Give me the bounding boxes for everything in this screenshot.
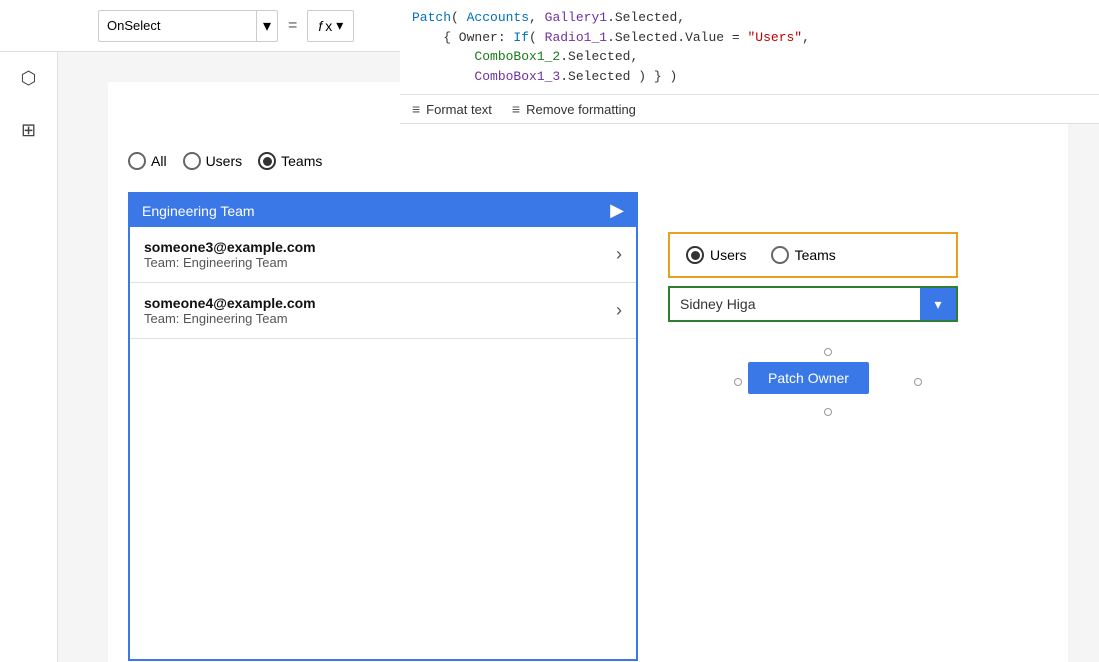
format-text-label: Format text — [426, 102, 492, 117]
patch-owner-container: Patch Owner — [738, 352, 918, 412]
gallery-empty-space — [130, 339, 636, 659]
code-patch: Patch — [412, 10, 451, 25]
formula-panel: Patch( Accounts, Gallery1.Selected, { Ow… — [400, 0, 1099, 124]
fx-label: x — [325, 18, 332, 34]
radio-teams-inner — [263, 157, 272, 166]
gallery-item-0-team: Team: Engineering Team — [144, 255, 316, 270]
remove-formatting-icon: ≡ — [512, 101, 520, 117]
components-icon[interactable]: ⊞ — [13, 114, 45, 146]
right-panel: Users Teams Sidney Higa ▾ — [668, 232, 958, 322]
formula-toolbar: ≡ Format text ≡ Remove formatting — [400, 95, 1099, 123]
gallery-item-1-team: Team: Engineering Team — [144, 311, 316, 326]
radio-all[interactable]: All — [128, 152, 167, 170]
fx-italic: f — [318, 18, 322, 34]
shapes-icon[interactable]: ⬡ — [13, 62, 45, 94]
remove-formatting-label: Remove formatting — [526, 102, 636, 117]
patch-owner-button[interactable]: Patch Owner — [748, 362, 869, 394]
code-users-string: "Users" — [748, 30, 803, 45]
gallery-item-0-chevron: › — [616, 244, 622, 265]
property-dropdown-arrow[interactable]: ▾ — [256, 11, 277, 41]
format-text-icon: ≡ — [412, 101, 420, 117]
canvas-area: All Users Teams Engineering Team ▶ some — [58, 52, 1099, 662]
radio-teams[interactable]: Teams — [258, 152, 322, 170]
combo-arrow-icon: ▾ — [934, 296, 941, 313]
radio-all-label: All — [151, 153, 167, 169]
right-radio-teams-label: Teams — [795, 247, 836, 263]
gallery-item-1-chevron: › — [616, 300, 622, 321]
code-accounts: Accounts — [467, 10, 529, 25]
combo-box[interactable]: Sidney Higa ▾ — [668, 286, 958, 322]
gallery-item-1[interactable]: someone4@example.com Team: Engineering T… — [130, 283, 636, 339]
code-paren1: ( — [451, 10, 467, 25]
right-radio-users-label: Users — [710, 247, 747, 263]
combo-box-value: Sidney Higa — [670, 296, 920, 312]
code-radio1: Radio1_1 — [545, 30, 607, 45]
right-radio-teams[interactable]: Teams — [771, 246, 836, 264]
code-combo1: ComboBox1_2 — [474, 49, 560, 64]
right-radio-users-outer — [686, 246, 704, 264]
main-radio-group: All Users Teams — [128, 152, 322, 170]
radio-users-outer — [183, 152, 201, 170]
gallery-item-0[interactable]: someone3@example.com Team: Engineering T… — [130, 227, 636, 283]
gallery-item-0-email: someone3@example.com — [144, 239, 316, 255]
code-gallery1: Gallery1 — [545, 10, 607, 25]
gallery-header: Engineering Team ▶ — [130, 194, 636, 227]
gallery-item-1-text: someone4@example.com Team: Engineering T… — [144, 295, 316, 326]
combo-box-arrow[interactable]: ▾ — [920, 288, 956, 320]
equals-sign: = — [288, 17, 297, 35]
handle-top[interactable] — [824, 348, 832, 356]
right-radio-users-inner — [691, 251, 700, 260]
radio-teams-label: Teams — [281, 153, 322, 169]
handle-left[interactable] — [734, 378, 742, 386]
fx-button[interactable]: fx▾ — [307, 10, 354, 42]
gallery-header-text: Engineering Team — [142, 203, 255, 219]
property-dropdown-value: OnSelect — [99, 18, 256, 33]
app-canvas: All Users Teams Engineering Team ▶ some — [108, 82, 1068, 662]
gallery-list: Engineering Team ▶ someone3@example.com … — [128, 192, 638, 661]
formula-code: Patch( Accounts, Gallery1.Selected, { Ow… — [400, 0, 1099, 95]
right-radio-teams-outer — [771, 246, 789, 264]
gallery-item-0-text: someone3@example.com Team: Engineering T… — [144, 239, 316, 270]
remove-formatting-button[interactable]: ≡ Remove formatting — [512, 101, 636, 117]
left-sidebar: ☰ ⬡ ⊞ — [0, 0, 58, 662]
gallery-item-1-email: someone4@example.com — [144, 295, 316, 311]
radio-teams-outer — [258, 152, 276, 170]
right-radio-users[interactable]: Users — [686, 246, 747, 264]
code-if: If — [513, 30, 529, 45]
gallery-header-icon: ▶ — [610, 200, 624, 221]
property-dropdown[interactable]: OnSelect ▾ — [98, 10, 278, 42]
radio-users[interactable]: Users — [183, 152, 243, 170]
handle-bottom[interactable] — [824, 408, 832, 416]
code-combo2: ComboBox1_3 — [474, 69, 560, 84]
radio-users-label: Users — [206, 153, 243, 169]
right-radio-group: Users Teams — [668, 232, 958, 278]
radio-all-outer — [128, 152, 146, 170]
handle-right[interactable] — [914, 378, 922, 386]
format-text-button[interactable]: ≡ Format text — [412, 101, 492, 117]
